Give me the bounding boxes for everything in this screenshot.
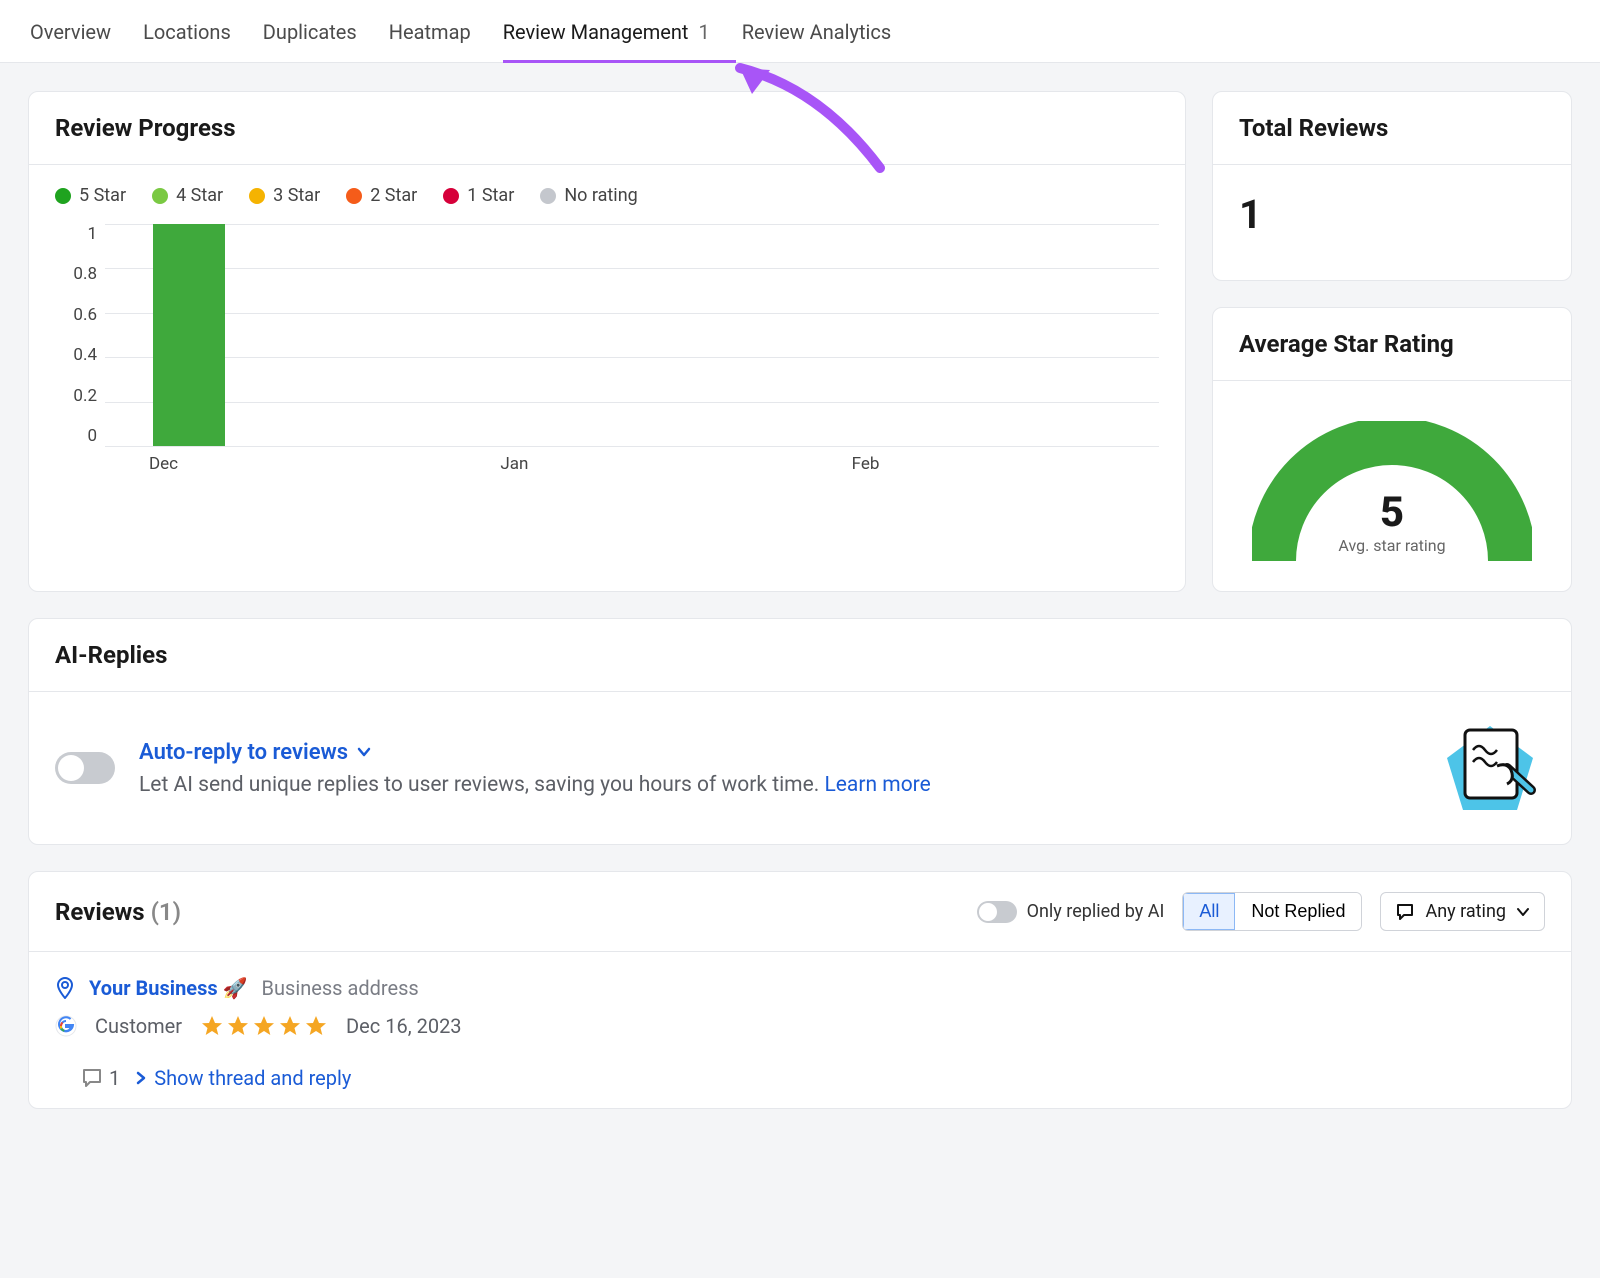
star-icon	[304, 1014, 328, 1038]
legend-item: 5 Star	[55, 185, 126, 206]
star-rating	[200, 1014, 328, 1038]
legend-item: 4 Star	[152, 185, 223, 206]
avg-rating-title: Average Star Rating	[1213, 308, 1571, 381]
avg-rating-sublabel: Avg. star rating	[1338, 536, 1445, 555]
total-reviews-card: Total Reviews 1	[1212, 91, 1572, 281]
legend-item: 2 Star	[346, 185, 417, 206]
avg-rating-card: Average Star Rating 5 Avg. star rating	[1212, 307, 1572, 592]
learn-more-link[interactable]: Learn more	[824, 773, 930, 797]
chevron-right-icon	[134, 1071, 148, 1085]
reviews-card: Reviews (1) Only replied by AI All Not R…	[28, 871, 1572, 1109]
show-thread-link[interactable]: Show thread and reply	[134, 1066, 351, 1090]
total-reviews-title: Total Reviews	[1213, 92, 1571, 165]
review-progress-card: Review Progress 5 Star 4 Star 3 Star 2 Star…	[28, 91, 1186, 592]
review-progress-title: Review Progress	[29, 92, 1185, 165]
chevron-down-icon	[1516, 905, 1530, 919]
tab-locations[interactable]: Locations	[143, 0, 231, 62]
tab-review-management[interactable]: Review Management 1	[503, 0, 710, 62]
reviews-title: Reviews (1)	[55, 898, 181, 926]
customer-name: Customer	[95, 1014, 182, 1038]
chart-bar	[153, 224, 225, 446]
business-name-link[interactable]: Your Business 🚀	[89, 976, 248, 1000]
thread-count: 1	[81, 1066, 120, 1090]
tab-review-analytics[interactable]: Review Analytics	[742, 0, 891, 62]
only-ai-toggle[interactable]	[977, 901, 1017, 923]
ai-replies-card: AI-Replies Auto-reply to reviews Let AI …	[28, 618, 1572, 845]
tab-heatmap[interactable]: Heatmap	[389, 0, 471, 62]
avg-rating-value: 5	[1338, 492, 1445, 534]
tab-bar: Overview Locations Duplicates Heatmap Re…	[0, 0, 1600, 63]
chevron-down-icon	[356, 744, 372, 760]
review-date: Dec 16, 2023	[346, 1014, 462, 1038]
total-reviews-value: 1	[1239, 185, 1545, 250]
chart-legend: 5 Star 4 Star 3 Star 2 Star 1 Star No rating	[55, 185, 1159, 206]
only-ai-label: Only replied by AI	[1027, 901, 1165, 922]
tab-badge: 1	[698, 20, 709, 44]
comment-icon	[81, 1067, 103, 1089]
reply-filter-segment: All Not Replied	[1182, 892, 1362, 931]
chat-bubble-icon	[1395, 902, 1415, 922]
ai-replies-title: AI-Replies	[29, 619, 1571, 692]
star-icon	[226, 1014, 250, 1038]
legend-item: No rating	[540, 185, 637, 206]
star-icon	[200, 1014, 224, 1038]
google-icon	[55, 1015, 77, 1037]
star-icon	[278, 1014, 302, 1038]
auto-reply-toggle[interactable]	[55, 752, 115, 784]
legend-item: 3 Star	[249, 185, 320, 206]
rating-dropdown[interactable]: Any rating	[1380, 892, 1545, 931]
ai-replies-desc: Let AI send unique replies to user revie…	[139, 773, 1411, 797]
tab-duplicates[interactable]: Duplicates	[263, 0, 357, 62]
business-address: Business address	[262, 976, 419, 1000]
tab-overview[interactable]: Overview	[30, 0, 111, 62]
filter-all-button[interactable]: All	[1183, 893, 1235, 930]
auto-reply-dropdown[interactable]: Auto-reply to reviews	[139, 740, 1411, 765]
star-icon	[252, 1014, 276, 1038]
legend-item: 1 Star	[443, 185, 514, 206]
rocket-icon: 🚀	[223, 976, 248, 1000]
filter-not-replied-button[interactable]: Not Replied	[1235, 893, 1361, 930]
review-progress-chart: 10.80.60.40.20 DecJanFeb	[55, 224, 1159, 484]
map-pin-icon	[55, 977, 75, 999]
ai-illustration-icon	[1435, 718, 1545, 818]
